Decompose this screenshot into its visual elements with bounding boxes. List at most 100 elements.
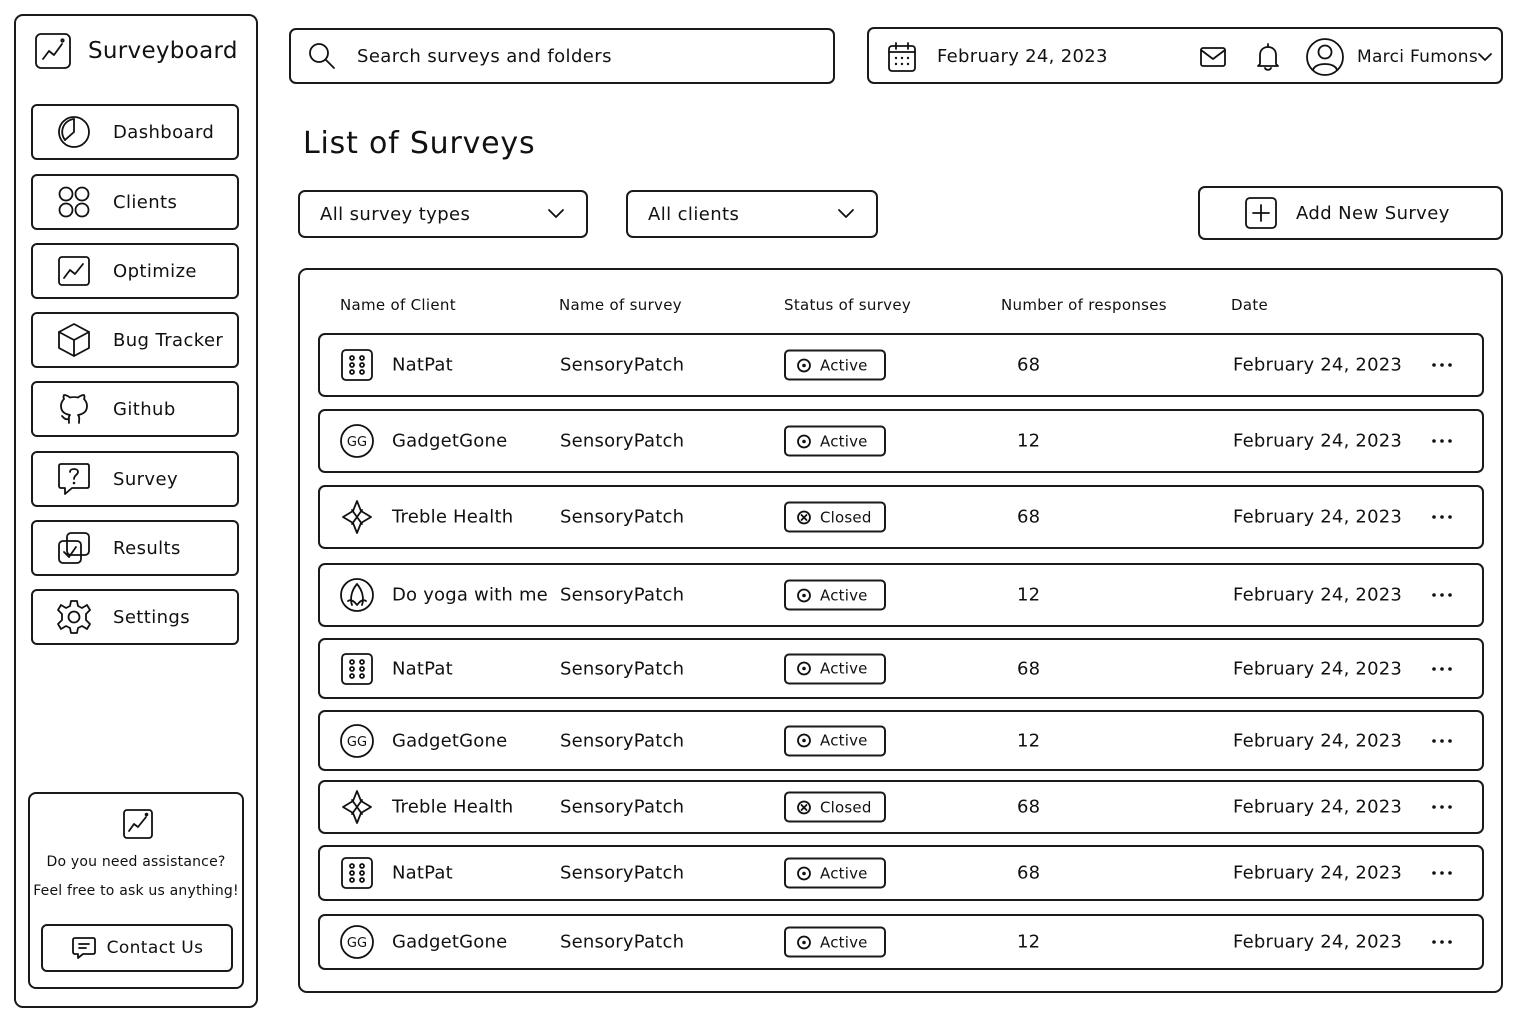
optimize-icon xyxy=(123,809,153,839)
table-row[interactable]: NatPat SensoryPatch Active 68 February 24, 2… xyxy=(318,333,1484,397)
response-count: 12 xyxy=(1017,584,1041,606)
column-header[interactable]: Date xyxy=(1231,296,1268,314)
help-question: Do you need assistance? xyxy=(46,854,226,870)
table-row[interactable]: GG GadgetGone SensoryPatch Active 12 February… xyxy=(318,914,1484,970)
client-dropdown[interactable]: All clients xyxy=(626,190,878,238)
sidebar-item-settings[interactable]: Settings xyxy=(31,589,239,645)
more-options-icon[interactable] xyxy=(1428,507,1456,527)
sidebar-item-label: Optimize xyxy=(113,260,197,282)
chevron-down-icon xyxy=(548,209,564,218)
sidebar-item-survey[interactable]: Survey xyxy=(31,451,239,507)
survey-date: February 24, 2023 xyxy=(1233,584,1403,606)
app-name: Surveyboard xyxy=(88,38,238,64)
response-count: 68 xyxy=(1017,658,1041,679)
survey-date: February 24, 2023 xyxy=(1233,931,1403,953)
survey-name: SensoryPatch xyxy=(560,862,685,884)
chevron-down-icon[interactable] xyxy=(1477,51,1493,63)
logo-text: GG xyxy=(347,435,367,450)
table-row[interactable]: Do yoga with me SensoryPatch Active 12 Febru… xyxy=(318,563,1484,627)
sidebar-item-dashboard[interactable]: Dashboard xyxy=(31,104,239,160)
survey-date: February 24, 2023 xyxy=(1233,658,1403,679)
surveys-table: Name of Client Name of survey Status of … xyxy=(298,268,1503,993)
more-options-icon[interactable] xyxy=(1428,731,1456,751)
search-icon xyxy=(309,43,335,69)
more-options-icon[interactable] xyxy=(1428,659,1456,679)
status-badge: Active xyxy=(784,579,886,611)
status-badge: Active xyxy=(784,349,886,381)
active-status-icon xyxy=(797,588,811,602)
table-row[interactable]: NatPat SensoryPatch Active 68 February 24, 2… xyxy=(318,638,1484,699)
chat-icon xyxy=(71,937,96,959)
closed-status-icon xyxy=(797,510,811,524)
active-status-icon xyxy=(797,733,811,748)
question-icon xyxy=(58,463,90,495)
status-badge: Active xyxy=(784,926,886,958)
column-header[interactable]: Name of survey xyxy=(559,296,682,314)
avatar[interactable] xyxy=(1305,37,1345,77)
contact-us-label: Contact Us xyxy=(106,938,204,958)
chevron-down-icon xyxy=(838,209,854,218)
more-options-icon[interactable] xyxy=(1428,355,1456,375)
status-badge: Active xyxy=(784,425,886,457)
sidebar-item-results[interactable]: Results xyxy=(31,520,239,576)
calendar-icon[interactable] xyxy=(887,41,917,73)
sidebar-item-optimize[interactable]: Optimize xyxy=(31,243,239,299)
sidebar-item-bug-tracker[interactable]: Bug Tracker xyxy=(31,312,239,368)
search-bar[interactable] xyxy=(289,28,835,84)
table-row[interactable]: GG GadgetGone SensoryPatch Active 12 February… xyxy=(318,409,1484,473)
results-icon xyxy=(58,532,90,564)
sidebar-item-clients[interactable]: Clients xyxy=(31,174,239,230)
more-options-icon[interactable] xyxy=(1428,932,1456,952)
help-subtext: Feel free to ask us anything! xyxy=(33,883,239,899)
sidebar-item-label: Settings xyxy=(113,606,191,628)
mail-icon[interactable] xyxy=(1199,45,1227,69)
contact-us-button[interactable]: Contact Us xyxy=(41,924,233,972)
table-row[interactable]: Treble Health SensoryPatch Closed 68 Februar… xyxy=(318,485,1484,549)
column-header[interactable]: Name of Client xyxy=(340,296,456,314)
gear-icon xyxy=(57,600,91,634)
more-options-icon[interactable] xyxy=(1428,585,1456,605)
survey-name: SensoryPatch xyxy=(560,658,685,679)
survey-name: SensoryPatch xyxy=(560,506,685,528)
survey-name: SensoryPatch xyxy=(560,584,685,606)
response-count: 68 xyxy=(1017,862,1041,884)
survey-date: February 24, 2023 xyxy=(1233,354,1403,376)
survey-type-dropdown[interactable]: All survey types xyxy=(298,190,588,238)
more-options-icon[interactable] xyxy=(1428,797,1456,817)
table-row[interactable]: GG GadgetGone SensoryPatch Active 12 February… xyxy=(318,710,1484,771)
plus-icon xyxy=(1245,197,1277,229)
response-count: 68 xyxy=(1017,506,1041,528)
status-label: Active xyxy=(820,356,868,374)
status-label: Closed xyxy=(820,508,872,526)
cube-icon xyxy=(58,323,90,357)
current-date: February 24, 2023 xyxy=(937,46,1108,67)
response-count: 12 xyxy=(1017,931,1041,953)
brand[interactable]: Surveyboard xyxy=(34,32,238,70)
more-options-icon[interactable] xyxy=(1428,431,1456,451)
natpat-logo xyxy=(341,349,373,381)
add-new-survey-button[interactable]: Add New Survey xyxy=(1198,186,1503,240)
more-options-icon[interactable] xyxy=(1428,863,1456,883)
github-icon xyxy=(60,394,88,424)
treble-logo xyxy=(342,500,372,534)
table-row[interactable]: NatPat SensoryPatch Active 68 February 24, 2… xyxy=(318,845,1484,901)
client-name: Do yoga with me xyxy=(392,584,548,606)
search-input[interactable] xyxy=(357,45,797,67)
survey-type-value: All survey types xyxy=(320,203,471,225)
bell-icon[interactable] xyxy=(1255,42,1281,72)
active-status-icon xyxy=(797,935,811,949)
sidebar-item-label: Dashboard xyxy=(113,121,215,143)
sidebar-item-label: Bug Tracker xyxy=(113,329,224,351)
survey-name: SensoryPatch xyxy=(560,796,685,818)
status-badge: Active xyxy=(784,653,886,684)
column-header[interactable]: Status of survey xyxy=(784,296,911,314)
sidebar-item-github[interactable]: Github xyxy=(31,381,239,437)
survey-date: February 24, 2023 xyxy=(1233,796,1403,818)
status-label: Active xyxy=(820,933,868,951)
table-row[interactable]: Treble Health SensoryPatch Closed 68 Februar… xyxy=(318,780,1484,834)
active-status-icon xyxy=(797,434,811,448)
user-name[interactable]: Marci Fumons xyxy=(1357,47,1478,67)
dashboard-icon xyxy=(58,116,90,148)
active-status-icon xyxy=(797,358,811,372)
column-header[interactable]: Number of responses xyxy=(1001,296,1167,314)
